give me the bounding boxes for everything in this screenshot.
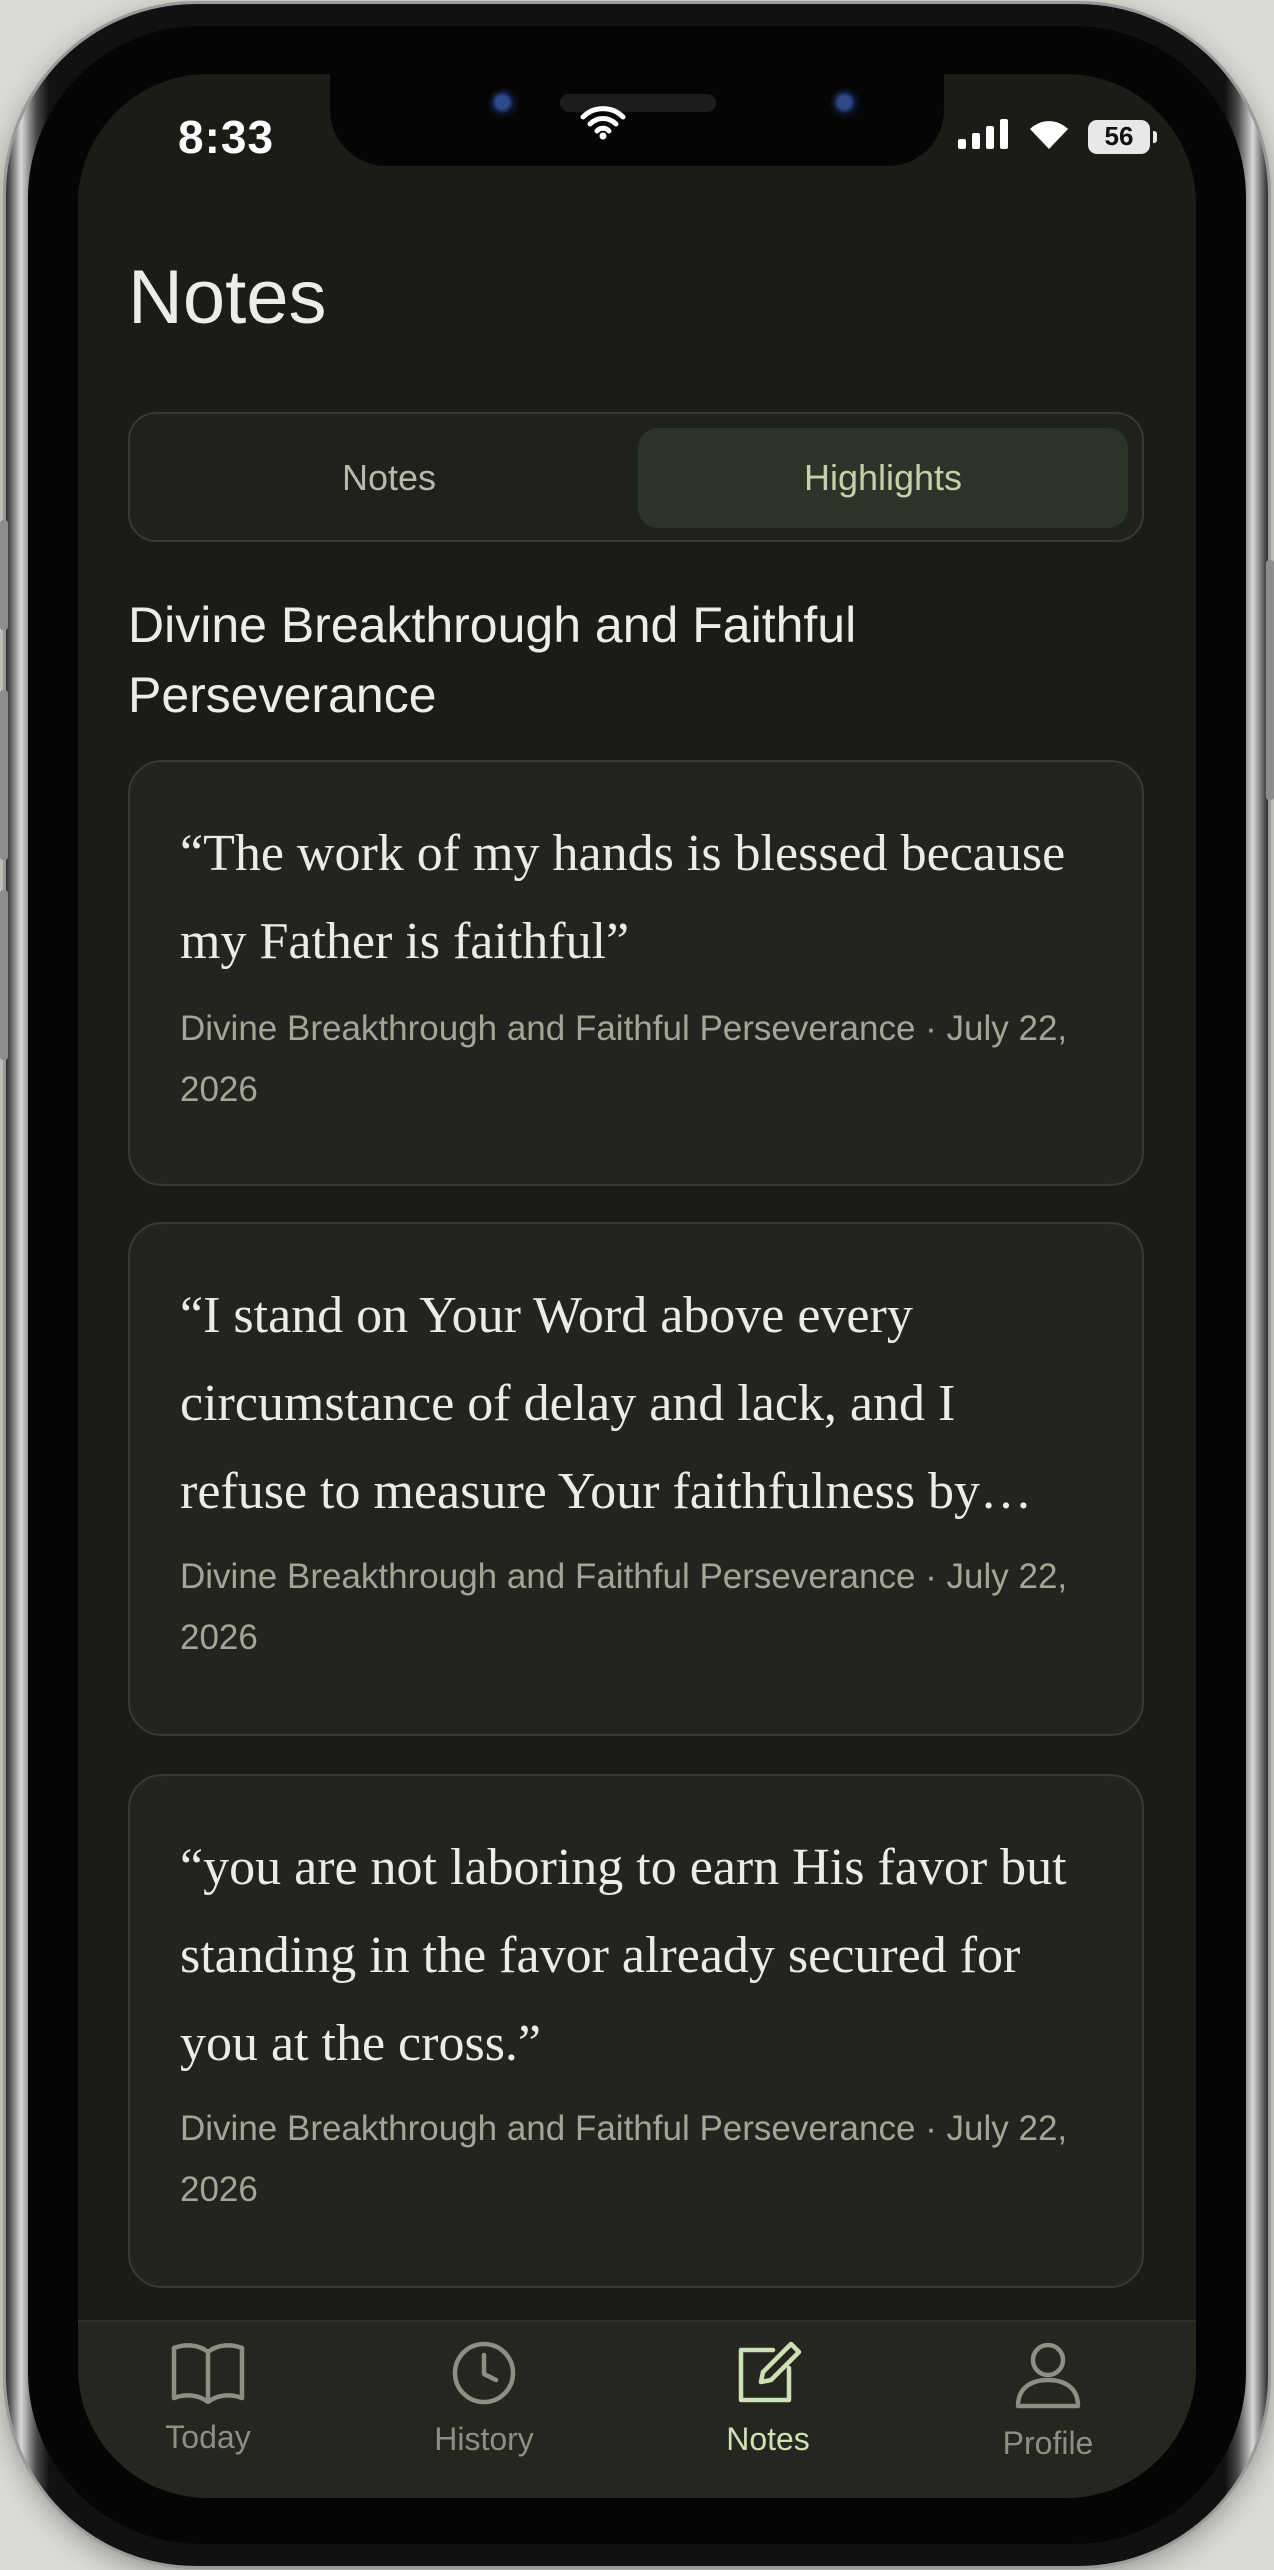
app-screen: 8:33 56 Notes Notes Highlights Divine Br… <box>78 74 1196 2498</box>
tab-label: Profile <box>1002 2425 1094 2461</box>
side-button <box>1266 560 1274 800</box>
notch <box>330 74 944 166</box>
tab-highlights-segment[interactable]: Highlights <box>638 428 1128 528</box>
tab-label: History <box>434 2421 534 2457</box>
tab-profile[interactable]: Profile <box>948 2340 1148 2462</box>
highlight-meta: Divine Breakthrough and Faithful Perseve… <box>180 1557 1068 1657</box>
side-button <box>0 690 8 860</box>
battery-icon: 56 <box>1088 119 1157 154</box>
camera-dot <box>830 88 862 120</box>
page-title: Notes <box>128 255 327 340</box>
highlight-quote: “you are not laboring to earn His favor … <box>180 1839 1067 2072</box>
notes-highlights-segmented-control: Notes Highlights <box>128 412 1144 542</box>
tab-label: Today <box>165 2419 251 2455</box>
cellular-signal-icon <box>958 119 1010 154</box>
person-icon <box>1013 2340 1083 2415</box>
highlight-quote: “I stand on Your Word above every circum… <box>180 1287 1033 1520</box>
clock-icon <box>451 2340 517 2411</box>
side-button <box>0 520 8 630</box>
status-time: 8:33 <box>178 111 275 163</box>
section-title: Divine Breakthrough and Faithful Perseve… <box>128 597 857 723</box>
book-icon <box>170 2340 246 2409</box>
tab-notes-segment[interactable]: Notes <box>144 428 634 528</box>
highlight-meta: Divine Breakthrough and Faithful Perseve… <box>180 1009 1068 1109</box>
highlight-card[interactable]: “The work of my hands is blessed because… <box>128 760 1144 1186</box>
battery-level: 56 <box>1104 121 1134 151</box>
camera-dot <box>488 88 520 120</box>
wifi-icon <box>1028 118 1070 155</box>
compose-icon <box>733 2340 803 2411</box>
highlight-meta: Divine Breakthrough and Faithful Perseve… <box>180 2109 1068 2209</box>
wifi-icon <box>580 104 626 145</box>
tab-notes[interactable]: Notes <box>668 2340 868 2458</box>
highlight-card[interactable]: “you are not laboring to earn His favor … <box>128 1774 1144 2288</box>
bottom-tab-bar: Today History Notes Profile <box>78 2320 1196 2498</box>
highlight-card[interactable]: “I stand on Your Word above every circum… <box>128 1222 1144 1736</box>
highlight-quote: “The work of my hands is blessed because… <box>180 825 1066 970</box>
tab-history[interactable]: History <box>384 2340 584 2458</box>
status-indicators: 56 <box>958 118 1157 155</box>
tab-label: Notes <box>726 2421 810 2457</box>
tab-today[interactable]: Today <box>108 2340 308 2456</box>
side-button <box>0 890 8 1060</box>
